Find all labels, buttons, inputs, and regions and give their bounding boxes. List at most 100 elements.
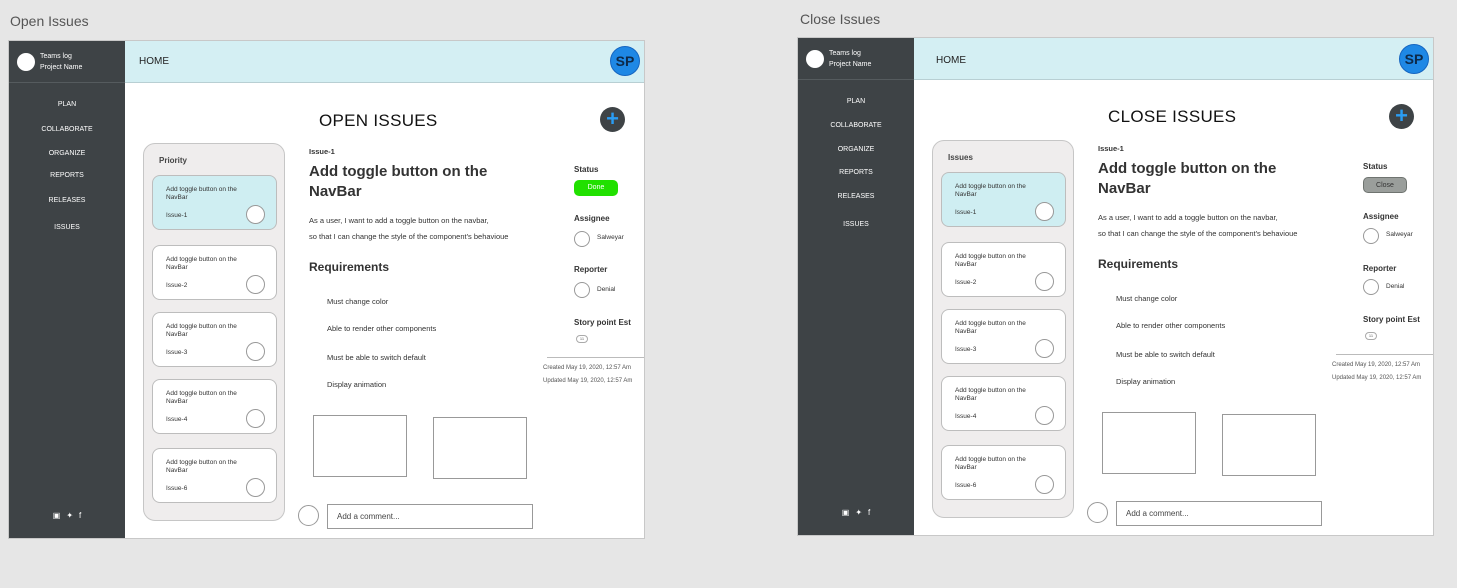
sidebar-item-organize[interactable]: ORGANIZE: [798, 146, 914, 153]
sidebar-item-issues[interactable]: ISSUES: [9, 224, 125, 231]
sidebar-item-organize[interactable]: ORGANIZE: [9, 150, 125, 157]
user-avatar[interactable]: SP: [1399, 44, 1429, 74]
requirement-item: Must change color: [1116, 294, 1178, 303]
sidebar: Teams log Project Name PLAN COLLABORATE …: [9, 41, 125, 538]
issue-card[interactable]: Add toggle button on the NavBar Issue-3: [152, 312, 277, 367]
social-links: ▣ ✦ f: [9, 511, 125, 520]
project-avatar: [806, 49, 824, 68]
issue-card-title: Add toggle button on the NavBar: [955, 320, 1026, 335]
attachment-thumbnail[interactable]: [1222, 414, 1316, 476]
issue-card-id: Issue-4: [955, 413, 977, 420]
issue-card-title: Add toggle button on the NavBar: [166, 323, 237, 338]
sidebar-item-reports[interactable]: REPORTS: [798, 169, 914, 176]
assignee-name[interactable]: Salweyar: [1386, 231, 1413, 238]
top-bar: HOME SP: [914, 38, 1433, 80]
assignee-avatar: [1035, 406, 1054, 425]
reporter-avatar: [1363, 279, 1379, 295]
description-line: so that I can change the style of the co…: [309, 232, 509, 241]
list-title: Priority: [159, 156, 188, 165]
issue-card-title: Add toggle button on the NavBar: [955, 253, 1026, 268]
assignee-avatar: [1035, 339, 1054, 358]
brand-project-name: Project Name: [829, 60, 872, 68]
add-issue-button[interactable]: +: [600, 107, 625, 132]
instagram-icon[interactable]: ▣: [53, 511, 61, 520]
story-points-value[interactable]: 11: [1365, 332, 1377, 340]
brand: Teams log Project Name: [798, 38, 914, 80]
issue-card-id: Issue-3: [166, 349, 188, 356]
updated-date: Updated May 19, 2020, 12:57 Am: [1332, 375, 1422, 381]
sidebar-item-plan[interactable]: PLAN: [9, 101, 125, 108]
sidebar-item-plan[interactable]: PLAN: [798, 98, 914, 105]
requirement-item: Able to render other components: [1116, 321, 1226, 330]
twitter-icon[interactable]: ✦: [855, 508, 862, 517]
divider: [547, 357, 644, 358]
requirement-item: Display animation: [327, 380, 387, 389]
issue-card-id: Issue-2: [955, 279, 977, 286]
attachment-thumbnail[interactable]: [433, 417, 527, 479]
comment-input[interactable]: [327, 504, 533, 529]
issue-card-id: Issue-4: [166, 416, 188, 423]
sidebar-item-issues[interactable]: ISSUES: [798, 221, 914, 228]
assignee-name[interactable]: Salweyar: [597, 234, 624, 241]
issue-card[interactable]: Add toggle button on the NavBar Issue-4: [152, 379, 277, 434]
assignee-label: Assignee: [574, 214, 610, 223]
issue-card-id: Issue-1: [166, 212, 188, 219]
artboard-label-open: Open Issues: [10, 13, 89, 29]
issue-card-id: Issue-1: [955, 209, 977, 216]
issue-card[interactable]: Add toggle button on the NavBar Issue-3: [941, 309, 1066, 364]
assignee-avatar: [1035, 272, 1054, 291]
issue-title: Add toggle button on the NavBar: [1098, 160, 1277, 197]
issue-card[interactable]: Add toggle button on the NavBar Issue-1: [152, 175, 277, 230]
issue-card[interactable]: Add toggle button on the NavBar Issue-6: [152, 448, 277, 503]
story-points-value[interactable]: 11: [576, 335, 588, 343]
home-link[interactable]: HOME: [936, 55, 966, 66]
reporter-label: Reporter: [1363, 264, 1397, 273]
issue-list-panel: Priority Add toggle button on the NavBar…: [143, 143, 285, 521]
attachment-thumbnail[interactable]: [313, 415, 407, 477]
instagram-icon[interactable]: ▣: [842, 508, 850, 517]
status-badge[interactable]: Done: [574, 180, 618, 196]
twitter-icon[interactable]: ✦: [66, 511, 73, 520]
divider: [1336, 354, 1433, 355]
attachment-thumbnail[interactable]: [1102, 412, 1196, 474]
list-title: Issues: [948, 153, 973, 162]
status-label: Status: [574, 165, 599, 174]
requirement-item: Must be able to switch default: [1116, 350, 1215, 359]
user-avatar[interactable]: SP: [610, 46, 640, 76]
sidebar-item-releases[interactable]: RELEASES: [798, 193, 914, 200]
home-link[interactable]: HOME: [139, 56, 169, 67]
status-badge[interactable]: Close: [1363, 177, 1407, 193]
reporter-name[interactable]: Denial: [597, 286, 615, 293]
issue-card-title: Add toggle button on the NavBar: [955, 387, 1026, 402]
assignee-avatar: [246, 409, 265, 428]
assignee-avatar: [1035, 202, 1054, 221]
issue-card-title: Add toggle button on the NavBar: [955, 456, 1026, 471]
issue-card-id: Issue-2: [166, 282, 188, 289]
requirement-item: Must change color: [327, 297, 389, 306]
sidebar-item-reports[interactable]: REPORTS: [9, 172, 125, 179]
issue-card-id: Issue-3: [955, 346, 977, 353]
issue-card[interactable]: Add toggle button on the NavBar Issue-1: [941, 172, 1066, 227]
reporter-name[interactable]: Denial: [1386, 283, 1404, 290]
facebook-icon[interactable]: f: [79, 511, 81, 520]
description-line: As a user, I want to add a toggle button…: [1098, 213, 1278, 222]
story-points-label: Story point Est: [1363, 315, 1420, 324]
facebook-icon[interactable]: f: [868, 508, 870, 517]
sidebar-item-collaborate[interactable]: COLLABORATE: [9, 126, 125, 133]
page-title: CLOSE ISSUES: [1108, 107, 1237, 126]
comment-input[interactable]: [1116, 501, 1322, 526]
issue-card[interactable]: Add toggle button on the NavBar Issue-6: [941, 445, 1066, 500]
issue-card[interactable]: Add toggle button on the NavBar Issue-4: [941, 376, 1066, 431]
add-issue-button[interactable]: +: [1389, 104, 1414, 129]
issue-card-title: Add toggle button on the NavBar: [166, 256, 237, 271]
story-points-label: Story point Est: [574, 318, 631, 327]
issue-description: As a user, I want to add a toggle button…: [309, 213, 508, 245]
issue-card[interactable]: Add toggle button on the NavBar Issue-2: [152, 245, 277, 300]
artboard-label-close: Close Issues: [800, 11, 881, 27]
sidebar-item-releases[interactable]: RELEASES: [9, 197, 125, 204]
sidebar-item-collaborate[interactable]: COLLABORATE: [798, 122, 914, 129]
created-date: Created May 19, 2020, 12:57 Am: [1332, 362, 1421, 368]
assignee-label: Assignee: [1363, 212, 1399, 221]
description-line: As a user, I want to add a toggle button…: [309, 216, 489, 225]
issue-card[interactable]: Add toggle button on the NavBar Issue-2: [941, 242, 1066, 297]
